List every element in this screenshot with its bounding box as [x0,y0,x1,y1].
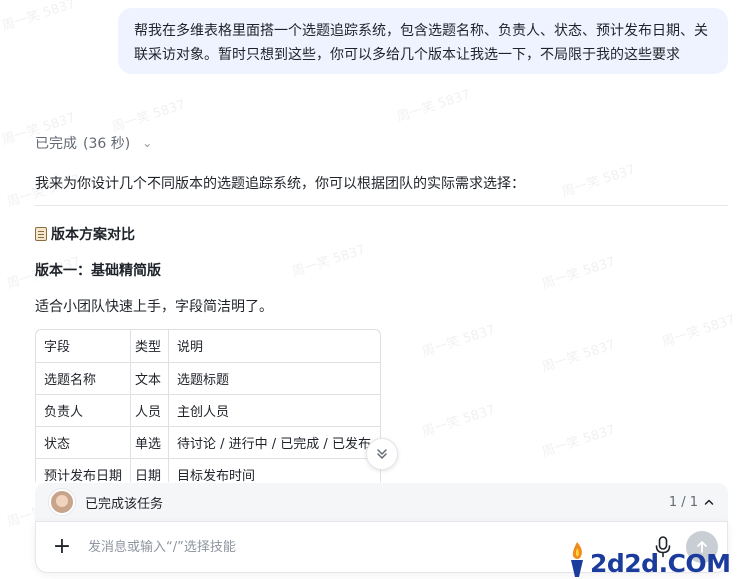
table-cell: 人员 [130,393,170,427]
avatar [49,489,75,515]
scroll-to-bottom-button[interactable] [366,438,398,470]
table-header-row: 字段 类型 说明 [36,330,380,363]
watermark: 周一笑 5837 [420,402,498,441]
table-cell: 待讨论 / 进行中 / 已完成 / 已发布 [168,425,380,459]
version-title: 版本一：基础精简版 [35,263,161,279]
table-cell: 负责人 [36,393,132,427]
double-chevron-down-icon [377,449,387,459]
task-pager-count: 1 / 1 [668,494,698,510]
section-heading: 版本方案对比 [35,224,135,244]
torch-logo-icon [571,542,583,577]
table-cell: 类型 [130,330,170,363]
watermark: 周一笑 5837 [560,162,638,201]
watermark: 周一笑 5837 [395,87,473,126]
section-title-text: 版本方案对比 [51,227,135,243]
table-row: 负责人 人员 主创人员 [36,393,380,427]
table-cell: 状态 [36,425,132,459]
table-cell: 字段 [36,330,132,363]
watermark: 周一笑 5837 [660,312,738,351]
user-message-bubble: 帮我在多维表格里面搭一个选题追踪系统，包含选题名称、负责人、状态、预计发布日期、… [118,8,728,74]
watermark: 周一笑 5837 [540,254,618,293]
message-input[interactable] [86,538,530,556]
table-cell: 选题标题 [168,361,380,395]
table-cell: 主创人员 [168,393,380,427]
table-cell: 目标发布时间 [168,457,380,482]
task-status-label: 已完成该任务 [85,496,164,512]
table-cell: 日期 [130,457,170,482]
status-label: 已完成 [35,136,77,152]
plus-icon[interactable]: + [50,535,74,559]
table-cell: 单选 [130,425,170,459]
chevron-down-icon: ⌄ [142,136,153,150]
watermark: 周一笑 5837 [110,97,188,136]
table-row: 状态 单选 待讨论 / 进行中 / 已完成 / 已发布 [36,425,380,459]
assistant-intro: 我来为你设计几个不同版本的选题追踪系统，你可以根据团队的实际需求选择： [35,176,525,192]
clipboard-icon [35,227,47,241]
watermark: 周一笑 5837 [540,422,618,461]
thinking-status-toggle[interactable]: 已完成 (36 秒) ⌄ [35,133,152,153]
task-pager[interactable]: 1 / 1 [669,495,714,510]
table-row: 预计发布日期 日期 目标发布时间 [36,457,380,482]
logo-text: 2d2d.COM [590,549,731,578]
fields-table: 字段 类型 说明 选题名称 文本 选题标题 负责人 人员 主创人员 状态 单选 … [35,329,381,482]
divider [35,205,728,206]
table-cell: 说明 [168,330,380,363]
watermark: 周一笑 5837 [540,337,618,376]
site-logo: 2d2d.COM [566,528,750,579]
version-description: 适合小团队快速上手，字段简洁明了。 [35,299,273,315]
table-cell: 选题名称 [36,361,132,395]
table-row: 选题名称 文本 选题标题 [36,361,380,395]
chevron-up-icon[interactable] [704,497,714,507]
watermark: 周一笑 5837 [0,0,78,35]
table-cell: 预计发布日期 [36,457,132,482]
table-cell: 文本 [130,361,170,395]
status-duration: (36 秒) [83,136,131,152]
task-status-bar[interactable]: 已完成该任务 1 / 1 [35,483,728,521]
watermark: 周一笑 5837 [290,242,368,281]
watermark: 周一笑 5837 [420,322,498,361]
user-message-text: 帮我在多维表格里面搭一个选题追踪系统，包含选题名称、负责人、状态、预计发布日期、… [134,23,708,63]
